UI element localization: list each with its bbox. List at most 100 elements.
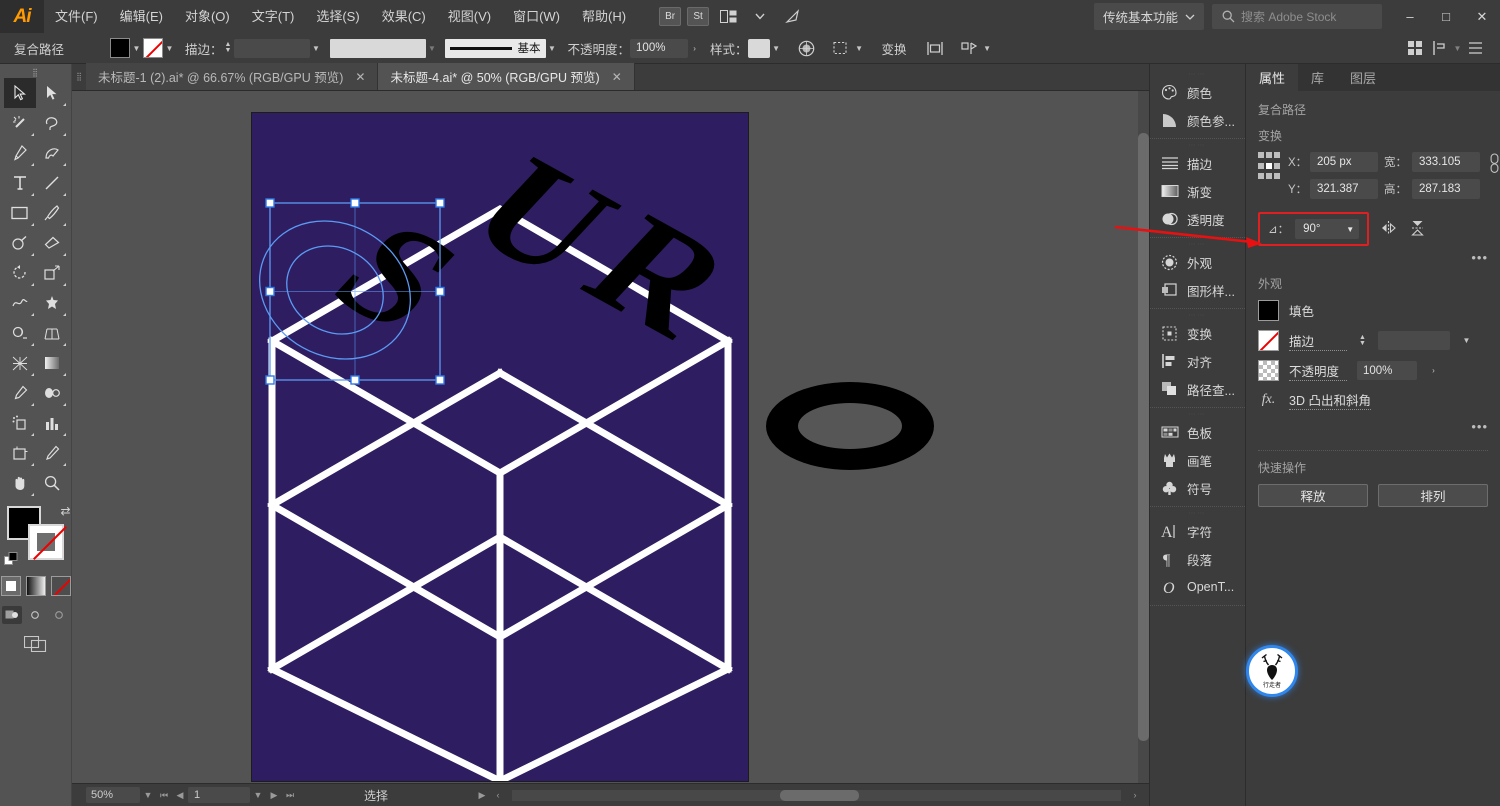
document-tab-1-close-icon[interactable]: ✕ — [355, 70, 365, 84]
panel-pathfinder[interactable]: 路径查... — [1150, 375, 1245, 403]
magic-wand-tool[interactable] — [4, 108, 36, 138]
document-tab-1[interactable]: 未标题-1 (2).ai* @ 66.67% (RGB/GPU 预览) ✕ — [86, 63, 379, 90]
panel-align[interactable]: 对齐 — [1150, 347, 1245, 375]
width-input[interactable]: 333.105 — [1412, 152, 1480, 172]
workspace-switcher[interactable]: 传统基本功能 — [1093, 3, 1204, 30]
appearance-stroke-label[interactable]: 描边 — [1289, 331, 1347, 351]
opacity-field[interactable]: 100% — [630, 38, 689, 58]
letter-O-object[interactable] — [760, 376, 940, 479]
transform-menu-label[interactable]: 变换 — [882, 39, 907, 58]
canvas-vertical-scrollbar[interactable] — [1138, 91, 1149, 783]
blend-tool[interactable] — [36, 378, 68, 408]
zoom-chevron-down-icon[interactable]: ▼ — [140, 785, 156, 805]
last-artboard-icon[interactable]: ⏭ — [282, 785, 298, 805]
tab-properties[interactable]: 属性 — [1246, 64, 1299, 91]
stroke-profile-preview[interactable] — [329, 38, 426, 58]
document-tab-2-close-icon[interactable]: ✕ — [612, 70, 622, 84]
distribute-icon[interactable] — [957, 37, 981, 59]
menu-file[interactable]: 文件(F) — [44, 0, 109, 33]
stroke-weight-chevron-down-icon[interactable]: ▼ — [310, 38, 323, 58]
appearance-stroke-stepper[interactable]: ▲ ▼ — [1357, 331, 1368, 351]
dock-group-grip[interactable]: ⋯⋯ — [1150, 141, 1245, 149]
menu-window[interactable]: 窗口(W) — [502, 0, 571, 33]
stock-search-box[interactable]: 搜索 Adobe Stock — [1212, 4, 1382, 29]
perspective-grid-tool[interactable] — [36, 318, 68, 348]
stroke-weight-stepper[interactable]: ▲ ▼ — [223, 38, 234, 58]
y-input[interactable]: 321.387 — [1310, 179, 1378, 199]
panel-graphic-styles[interactable]: 图形样... — [1150, 276, 1245, 304]
panel-character[interactable]: A 字符 — [1150, 517, 1245, 545]
x-input[interactable]: 205 px — [1310, 152, 1378, 172]
flip-horizontal-icon[interactable] — [1379, 220, 1398, 239]
menu-type[interactable]: 文字(T) — [241, 0, 306, 33]
refpt-ml[interactable] — [1258, 162, 1264, 169]
draw-normal-button[interactable] — [1, 606, 22, 624]
line-segment-tool[interactable] — [36, 168, 68, 198]
stroke-color-swatch-large[interactable] — [27, 524, 67, 560]
options-menu-icon[interactable] — [1464, 37, 1488, 59]
panel-swatches[interactable]: 色板 — [1150, 418, 1245, 446]
appearance-stroke-swatch[interactable] — [1258, 330, 1279, 351]
rectangle-tool[interactable] — [4, 198, 36, 228]
prev-artboard-icon[interactable]: ◀ — [172, 785, 188, 805]
artboard[interactable]: S U R — [252, 113, 748, 781]
gradient-tool[interactable] — [36, 348, 68, 378]
appearance-more-options[interactable]: ••• — [1258, 419, 1488, 434]
curvature-tool[interactable] — [36, 138, 68, 168]
zoom-level-field[interactable]: 50% — [86, 787, 140, 803]
menu-select[interactable]: 选择(S) — [305, 0, 370, 33]
brush-definition-preview[interactable]: 基本 — [444, 38, 546, 58]
lasso-tool[interactable] — [36, 108, 68, 138]
gradient-mode-button[interactable] — [25, 576, 46, 596]
flip-vertical-icon[interactable] — [1408, 219, 1427, 240]
recolor-artwork-icon[interactable] — [795, 37, 819, 59]
menu-view[interactable]: 视图(V) — [437, 0, 502, 33]
refpt-tr[interactable] — [1274, 152, 1280, 158]
eyedropper-tool[interactable] — [4, 378, 36, 408]
refpt-tc[interactable] — [1266, 152, 1272, 158]
discover-icon[interactable] — [779, 7, 805, 27]
brush-chevron-down-icon[interactable]: ▼ — [546, 38, 559, 58]
refpt-mc[interactable] — [1266, 162, 1272, 169]
align-icon[interactable] — [923, 37, 947, 59]
selection-tool[interactable] — [3, 78, 36, 108]
appearance-opacity-expand-icon[interactable]: › — [1427, 361, 1440, 381]
tab-layers[interactable]: 图层 — [1337, 64, 1389, 91]
arrange-documents-icon[interactable] — [715, 7, 741, 27]
slice-tool[interactable] — [36, 438, 68, 468]
arrange-button[interactable]: 排列 — [1378, 484, 1488, 507]
release-button[interactable]: 释放 — [1258, 484, 1368, 507]
zoom-tool[interactable] — [36, 468, 68, 498]
appearance-effect-name[interactable]: 3D 凸出和斜角 — [1289, 390, 1371, 410]
first-artboard-icon[interactable]: ⏮ — [156, 785, 172, 805]
change-screen-mode-button[interactable] — [23, 635, 48, 655]
close-button[interactable]: ✕ — [1464, 0, 1500, 33]
minimize-button[interactable]: – — [1392, 0, 1428, 33]
angle-chevron-down-icon[interactable]: ▼ — [1346, 225, 1354, 234]
menu-effect[interactable]: 效果(C) — [371, 0, 437, 33]
transform-more-options[interactable]: ••• — [1258, 250, 1488, 265]
draw-inside-button[interactable] — [50, 606, 70, 624]
canvas-viewport[interactable]: S U R — [72, 91, 1149, 783]
refpt-br[interactable] — [1274, 173, 1280, 180]
dock-group-grip[interactable]: ⋯⋯ — [1150, 70, 1245, 78]
panel-paragraph[interactable]: ¶ 段落 — [1150, 545, 1245, 573]
toolbar-grip[interactable]: ⣿ — [32, 68, 39, 78]
shaper-tool[interactable] — [4, 228, 36, 258]
mesh-tool[interactable] — [4, 348, 36, 378]
tabs-grip[interactable]: ⣿ — [72, 63, 86, 90]
dock-group-grip[interactable]: ⋯⋯ — [1150, 509, 1245, 517]
fill-color-swatch[interactable] — [110, 38, 130, 58]
panel-appearance[interactable]: 外观 — [1150, 248, 1245, 276]
color-mode-button[interactable] — [0, 576, 21, 596]
distribute-chevron-down-icon[interactable]: ▼ — [981, 38, 994, 58]
select-similar-icon[interactable] — [829, 37, 853, 59]
scale-tool[interactable] — [36, 258, 68, 288]
dock-group-grip[interactable]: ⋯⋯ — [1150, 410, 1245, 418]
appearance-opacity-field[interactable]: 100% — [1357, 361, 1417, 380]
rotation-angle-input[interactable]: 90° ▼ — [1295, 219, 1360, 239]
artboard-tool[interactable] — [4, 438, 36, 468]
default-fill-stroke-icon[interactable] — [3, 552, 19, 570]
appearance-stroke-field[interactable] — [1378, 331, 1450, 350]
artboard-number-field[interactable]: 1 — [188, 787, 250, 803]
